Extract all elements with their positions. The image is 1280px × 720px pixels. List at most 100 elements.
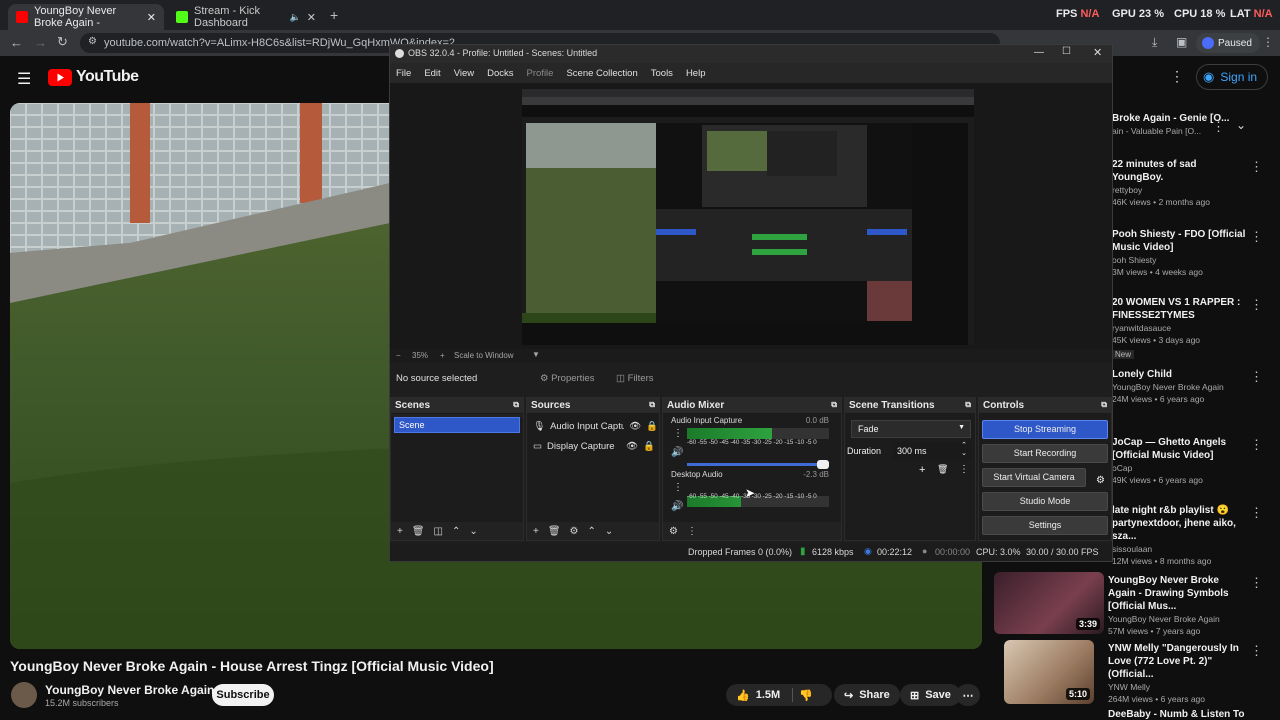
download-icon[interactable]: ⤓ [1152, 35, 1157, 50]
start-virtual-camera-button[interactable]: Start Virtual Camera [982, 468, 1086, 487]
move-down-icon[interactable]: ⌄ [469, 526, 477, 537]
source-item[interactable]: 🎙 Audio Input Captu 👁 🔒 [527, 416, 659, 436]
stop-streaming-button[interactable]: Stop Streaming [982, 420, 1108, 439]
add-icon[interactable]: + [919, 464, 925, 476]
tab-youtube[interactable]: YoungBoy Never Broke Again - ✕ [8, 4, 164, 30]
studio-mode-button[interactable]: Studio Mode [982, 492, 1108, 511]
scale-to-window[interactable]: Scale to Window [454, 351, 514, 360]
gear-icon[interactable]: ⚙ [669, 526, 678, 537]
eye-icon[interactable]: 👁 [629, 421, 641, 432]
trash-icon[interactable]: 🗑 [937, 464, 948, 475]
dislike-icon[interactable]: 👎 [799, 689, 813, 702]
new-tab-icon[interactable]: + [330, 7, 338, 23]
more-options-icon[interactable]: ⋮ [1250, 298, 1263, 311]
more-options-icon[interactable]: ⋮ [1250, 644, 1263, 657]
menu-scene-collection[interactable]: Scene Collection [566, 68, 637, 83]
lock-icon[interactable]: 🔒 [643, 441, 655, 452]
start-recording-button[interactable]: Start Recording [982, 444, 1108, 463]
close-icon[interactable]: ✕ [1093, 46, 1102, 59]
menu-edit[interactable]: Edit [424, 68, 440, 83]
duration-input[interactable]: 300 ms ⌃ ⌄ [893, 442, 971, 460]
menu-tools[interactable]: Tools [651, 68, 673, 83]
move-down-icon[interactable]: ⌄ [605, 526, 613, 537]
channel-name[interactable]: YoungBoy Never Broke Again ✔ [45, 683, 225, 697]
add-icon[interactable]: + [533, 526, 539, 537]
dock-float-icon[interactable]: ⧉ [965, 400, 971, 410]
profile-paused-button[interactable]: Paused [1196, 33, 1260, 53]
obs-preview-canvas[interactable] [522, 89, 974, 345]
zoom-in-icon[interactable]: + [440, 351, 445, 360]
more-options-icon[interactable]: ⋮ [1250, 160, 1263, 173]
more-options-icon[interactable]: ⋮ [1170, 68, 1184, 85]
like-icon[interactable]: 👍 [736, 689, 750, 702]
rec-item[interactable]: late night r&b playlist 😮 partynextdoor,… [1112, 504, 1247, 567]
share-button[interactable]: ↪ Share [834, 684, 900, 706]
close-tab-icon[interactable]: ✕ [307, 11, 316, 24]
eye-icon[interactable]: 👁 [626, 441, 638, 452]
menu-docks[interactable]: Docks [487, 68, 513, 83]
more-options-icon[interactable]: ⋮ [1250, 506, 1263, 519]
youtube-logo[interactable]: YouTube [48, 68, 139, 86]
rec-item[interactable]: YNW Melly "Dangerously In Love (772 Love… [1108, 642, 1248, 705]
more-options-icon[interactable]: ⋮ [1250, 230, 1263, 243]
hamburger-menu-icon[interactable]: ☰ [17, 69, 31, 89]
more-options-icon[interactable]: ⋮ [1212, 120, 1225, 133]
lock-icon[interactable]: 🔒 [646, 421, 658, 432]
volume-slider[interactable] [687, 460, 829, 469]
more-options-icon[interactable]: ⋮ [1250, 576, 1263, 589]
settings-button[interactable]: Settings [982, 516, 1108, 535]
channel-menu-icon[interactable]: ⋮ [673, 428, 683, 439]
filters-button[interactable]: ◫ Filters [616, 373, 654, 384]
reload-icon[interactable]: ↻ [57, 34, 68, 50]
properties-button[interactable]: ⚙ Properties [540, 373, 594, 384]
browser-menu-icon[interactable]: ⋮ [1262, 35, 1274, 49]
move-up-icon[interactable]: ⌃ [588, 526, 596, 537]
menu-dots-icon[interactable]: ⋮ [687, 526, 697, 537]
gear-icon[interactable]: ⚙ [570, 526, 579, 537]
more-options-icon[interactable]: ⋮ [1250, 370, 1263, 383]
gear-icon[interactable]: ⚙ [1096, 475, 1105, 486]
filter-icon[interactable]: ◫ [434, 526, 443, 537]
subscribe-button[interactable]: Subscribe [212, 684, 274, 706]
video-thumbnail[interactable]: 5:10 [1004, 640, 1094, 704]
more-options-icon[interactable]: ⋮ [1250, 438, 1263, 451]
video-thumbnail[interactable]: 3:39 [994, 572, 1104, 634]
extensions-icon[interactable]: ▣ [1176, 35, 1187, 49]
source-item[interactable]: ▭ Display Capture 👁 🔒 [527, 436, 659, 456]
move-up-icon[interactable]: ⌃ [452, 526, 460, 537]
menu-help[interactable]: Help [686, 68, 706, 83]
dock-float-icon[interactable]: ⧉ [649, 400, 655, 410]
close-tab-icon[interactable]: ✕ [147, 11, 156, 24]
rec-item[interactable]: YoungBoy Never Broke Again - Drawing Sym… [1108, 574, 1248, 637]
rec-item[interactable]: Broke Again - Genie [O... ain - Valuable… [1112, 112, 1272, 137]
more-actions-button[interactable]: ⋯ [956, 684, 980, 706]
chevron-down-icon[interactable]: ⌄ [1236, 118, 1246, 132]
like-count[interactable]: 1.5M [756, 689, 780, 701]
minimize-icon[interactable]: — [1034, 47, 1044, 58]
trash-icon[interactable]: 🗑 [412, 526, 425, 537]
add-icon[interactable]: + [397, 526, 403, 537]
tab-kick[interactable]: Stream - Kick Dashboard 🔈 ✕ [168, 4, 324, 30]
rec-item[interactable]: JoCap — Ghetto Angels [Official Music Vi… [1112, 436, 1247, 486]
chevron-down-icon[interactable]: ▼ [532, 350, 540, 359]
channel-avatar[interactable] [11, 682, 37, 708]
forward-icon[interactable]: → [34, 35, 47, 50]
spinner-icon[interactable]: ⌃ ⌄ [961, 442, 967, 458]
rec-item[interactable]: 22 minutes of sad YoungBoy. rettyboy 46K… [1112, 158, 1247, 208]
back-icon[interactable]: ← [10, 35, 23, 50]
scene-item[interactable]: Scene [394, 417, 520, 433]
rec-item[interactable]: DeeBaby - Numb & Listen To [1108, 708, 1248, 720]
maximize-icon[interactable]: ☐ [1062, 46, 1071, 57]
trash-icon[interactable]: 🗑 [548, 526, 561, 537]
speaker-icon[interactable]: 🔊 [671, 447, 683, 458]
menu-file[interactable]: File [396, 68, 411, 83]
site-info-icon[interactable]: ⚙ [88, 36, 97, 47]
menu-view[interactable]: View [454, 68, 474, 83]
menu-profile[interactable]: Profile [527, 68, 554, 83]
menu-dots-icon[interactable]: ⋮ [959, 464, 969, 475]
dock-float-icon[interactable]: ⧉ [1101, 400, 1107, 410]
dock-float-icon[interactable]: ⧉ [513, 400, 519, 410]
save-button[interactable]: ⊞ Save [900, 684, 961, 706]
zoom-out-icon[interactable]: − [396, 351, 401, 360]
speaker-icon[interactable]: 🔊 [671, 501, 683, 512]
